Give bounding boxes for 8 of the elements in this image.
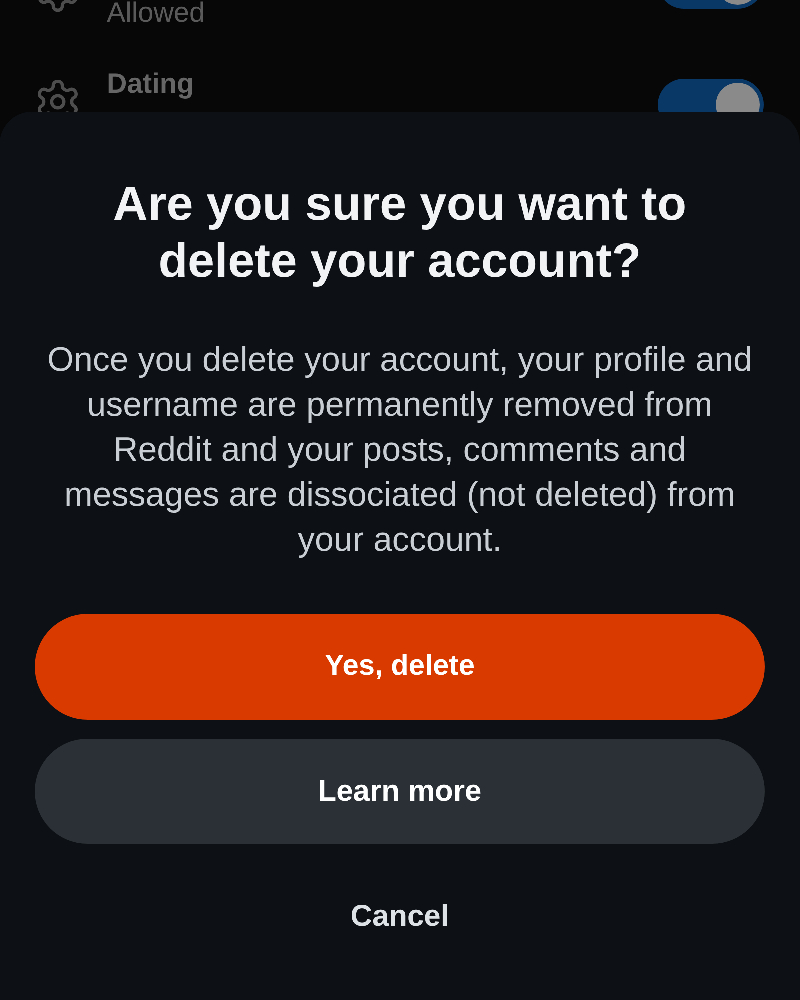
gear-icon [36,80,80,112]
dialog-title: Are you sure you want to delete your account? [112,177,688,290]
delete-button[interactable]: Yes, delete [35,614,765,720]
setting-title: Dating [107,68,196,100]
learn-more-button[interactable]: Learn more [35,739,765,844]
setting-subtitle: Allowed [107,0,206,28]
dialog-message: Once you delete your account, your profile and username are permanently removed from Reddit and your posts, comments and messages are dissociated (not deleted) from your account. [46,340,754,561]
cancel-button[interactable]: Cancel [334,892,466,942]
